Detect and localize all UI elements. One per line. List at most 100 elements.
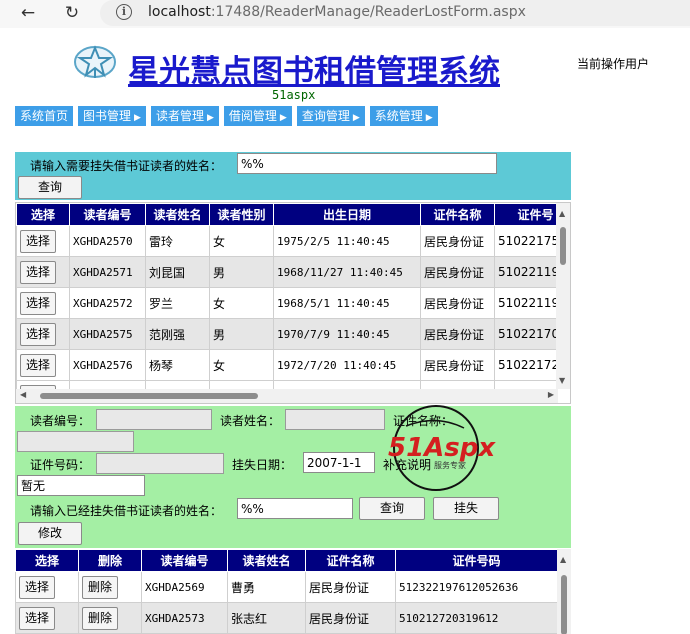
- search-input[interactable]: [237, 153, 497, 174]
- select-button[interactable]: 选择: [20, 353, 57, 377]
- url-text[interactable]: localhost:17488/ReaderManage/ReaderLostF…: [148, 4, 526, 20]
- grid2-vertical-scrollbar[interactable]: ▲: [557, 549, 571, 634]
- submenu-arrow-icon: ▶: [134, 113, 141, 123]
- cell-name: 范刚强: [145, 318, 210, 350]
- column-header[interactable]: 读者姓名: [145, 203, 210, 226]
- menu-item-1[interactable]: 图书管理 ▶: [78, 106, 146, 126]
- cell-name: 杨琴: [145, 349, 210, 381]
- 51aspx-watermark-logo: 51Aspx 服务专家: [388, 405, 496, 491]
- search2-input[interactable]: [237, 498, 353, 519]
- grid-vertical-scrollbar[interactable]: ▲ ▼: [556, 203, 570, 389]
- cert-no-field[interactable]: [96, 453, 224, 474]
- column-header[interactable]: 选择: [16, 203, 70, 226]
- scroll-up-icon[interactable]: ▲: [560, 555, 566, 564]
- select-cell: 选择: [16, 287, 70, 319]
- column-header[interactable]: 读者性别: [209, 203, 274, 226]
- scroll-thumb[interactable]: [561, 575, 567, 634]
- lost-reader-grid: 选择 删除 读者编号 读者姓名 证件名称 证件号码 选择 删除 XGHDA2569 曹勇 居民身份…: [15, 549, 571, 634]
- menu-item-label: 系统首页: [20, 109, 69, 123]
- info-icon[interactable]: i: [116, 4, 132, 20]
- lost-date-field[interactable]: [303, 452, 375, 473]
- column-header[interactable]: 读者姓名: [227, 549, 306, 572]
- menu-item-5[interactable]: 系统管理 ▶: [369, 106, 438, 126]
- menu-item-label: 系统管理: [374, 109, 423, 123]
- column-header[interactable]: 读者编号: [69, 203, 146, 226]
- scroll-right-icon[interactable]: ▶: [548, 390, 554, 399]
- watermark-subtext: 服务专家: [434, 460, 466, 470]
- cell-cert: 居民身份证: [420, 318, 495, 350]
- search-panel: 请输入需要挂失借书证读者的姓名： 查询: [15, 152, 571, 200]
- scroll-thumb[interactable]: [40, 393, 258, 399]
- cell-birth: 1970/7/9 11:40:45: [273, 318, 421, 350]
- menu-item-label: 读者管理: [155, 109, 204, 123]
- table-row: 选择 XGHDA2571 刘昆国男 1968/11/27 11:40:45 居民身份证 5…: [16, 256, 570, 288]
- column-header[interactable]: 读者编号: [141, 549, 228, 572]
- cell-gender: 男: [209, 318, 274, 350]
- select-cell: 选择: [16, 318, 70, 350]
- grid-horizontal-scrollbar[interactable]: ◀ ▶: [16, 389, 558, 403]
- select-button[interactable]: 选择: [20, 229, 57, 253]
- scroll-down-icon[interactable]: ▼: [559, 376, 565, 385]
- delete-button[interactable]: 删除: [82, 606, 119, 630]
- column-header[interactable]: 选择: [15, 549, 79, 572]
- reader-id-field[interactable]: [96, 409, 212, 430]
- table-row: 选择 删除 XGHDA2573 张志红 居民身份证 510212720319612: [15, 602, 558, 634]
- select-cell: 选择: [15, 602, 79, 634]
- select-button[interactable]: 选择: [20, 260, 57, 284]
- column-header[interactable]: 证件名称: [420, 203, 495, 226]
- cell-cert: 居民身份证: [305, 571, 396, 603]
- cell-gender: 女: [209, 349, 274, 381]
- table-row: 选择 XGHDA2572 罗兰女 1968/5/1 11:40:45 居民身份证 5102…: [16, 287, 570, 319]
- cell-certno: 512322197612052636: [395, 571, 558, 603]
- cell-cert: 居民身份证: [420, 225, 495, 257]
- table-row: 选择 XGHDA2575 范刚强男 1970/7/9 11:40:45 居民身份证 510…: [16, 318, 570, 350]
- table-row: 选择 XGHDA2576 杨琴女 1972/7/20 11:40:45 居民身份证 510…: [16, 349, 570, 381]
- report-lost-button[interactable]: 挂失: [433, 497, 499, 520]
- cell-id: XGHDA2573: [141, 602, 228, 634]
- cell-gender: 男: [209, 256, 274, 288]
- delete-button[interactable]: 删除: [82, 575, 119, 599]
- column-header[interactable]: 证件号码: [395, 549, 558, 572]
- query-button[interactable]: 查询: [18, 176, 82, 199]
- select-button[interactable]: 选择: [19, 606, 56, 630]
- menu-item-0[interactable]: 系统首页: [15, 106, 74, 126]
- cell-name: 曹勇: [227, 571, 306, 603]
- reload-icon[interactable]: ↻: [60, 2, 84, 24]
- main-menu: 系统首页 图书管理 ▶ 读者管理 ▶ 借阅管理 ▶ 查询管理 ▶ 系统管理 ▶: [15, 106, 443, 126]
- modify-button[interactable]: 修改: [18, 522, 82, 545]
- scroll-left-icon[interactable]: ◀: [20, 390, 26, 399]
- select-button[interactable]: 选择: [20, 322, 57, 346]
- column-header[interactable]: 出生日期: [273, 203, 421, 226]
- query2-button[interactable]: 查询: [359, 497, 425, 520]
- cell-id: XGHDA2572: [69, 287, 146, 319]
- column-header[interactable]: 删除: [78, 549, 142, 572]
- menu-item-label: 查询管理: [301, 109, 350, 123]
- select-cell: 选择: [16, 225, 70, 257]
- scroll-thumb[interactable]: [560, 227, 566, 265]
- cell-certno: 510212720319612: [395, 602, 558, 634]
- cell-cert: 居民身份证: [305, 602, 396, 634]
- url-host: localhost: [148, 4, 211, 20]
- reader-id-label: 读者编号：: [30, 414, 91, 428]
- cell-id: XGHDA2571: [69, 256, 146, 288]
- cell-id: XGHDA2576: [69, 349, 146, 381]
- cert-no-label: 证件号码：: [30, 458, 91, 472]
- cell-gender: 女: [209, 225, 274, 257]
- submenu-arrow-icon: ▶: [279, 113, 287, 123]
- watermark-text: 51Aspx: [388, 433, 496, 463]
- back-arrow-icon[interactable]: ←: [16, 2, 40, 24]
- site-title[interactable]: 星光慧点图书租借管理系统: [128, 46, 500, 91]
- menu-item-3[interactable]: 借阅管理 ▶: [223, 106, 292, 126]
- menu-item-4[interactable]: 查询管理 ▶: [296, 106, 365, 126]
- submenu-arrow-icon: ▶: [206, 113, 214, 123]
- column-header[interactable]: 证件名称: [305, 549, 396, 572]
- cert-name-field[interactable]: [17, 431, 134, 452]
- menu-item-2[interactable]: 读者管理 ▶: [150, 106, 219, 126]
- select-button[interactable]: 选择: [19, 575, 56, 599]
- note-field[interactable]: [17, 475, 145, 496]
- scroll-up-icon[interactable]: ▲: [559, 209, 565, 218]
- submenu-arrow-icon: ▶: [352, 113, 360, 123]
- reader-name-field[interactable]: [285, 409, 385, 430]
- select-button[interactable]: 选择: [20, 291, 57, 315]
- cell-id: XGHDA2575: [69, 318, 146, 350]
